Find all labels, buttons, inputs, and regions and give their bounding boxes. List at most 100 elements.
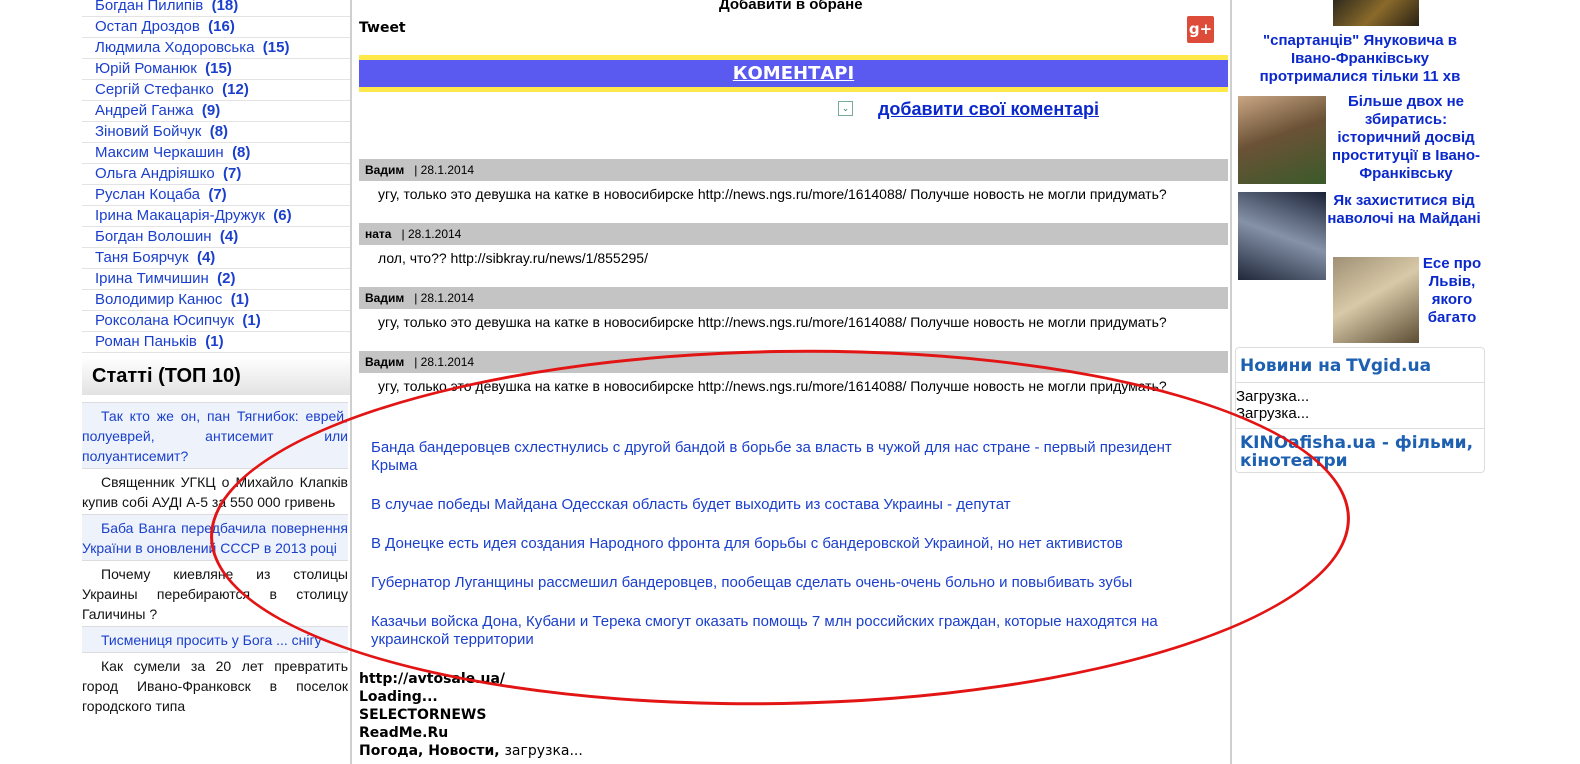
author-name: Таня Боярчук xyxy=(95,249,189,266)
author-name: Роксолана Юсипчук xyxy=(95,312,235,329)
comment: Вадим | 28.1.2014 угу, только это девушк… xyxy=(359,287,1228,335)
comment-date: | 28.1.2014 xyxy=(401,227,462,241)
news-widget-link[interactable]: Новости, xyxy=(428,743,499,759)
news-link[interactable]: Казачьи войска Дона, Кубани и Терека смо… xyxy=(371,613,1219,649)
author-count: (6) xyxy=(273,207,292,224)
comment-header: Вадим | 28.1.2014 xyxy=(359,159,1228,181)
article-link[interactable]: Почему киевляне из столицы Украины переб… xyxy=(82,560,348,626)
comment-author: Вадим xyxy=(365,291,405,305)
readme-link[interactable]: ReadMe.Ru xyxy=(359,724,583,742)
tvgid-prefix: Новини на xyxy=(1240,356,1342,376)
right-sidebar: "спартанців" Януковича в Івано-Франківсь… xyxy=(1235,0,1485,764)
loading-text: загрузка... xyxy=(504,743,583,759)
comments-header-bar: КОМЕНТАРІ xyxy=(359,55,1228,92)
comments-title[interactable]: КОМЕНТАРІ xyxy=(733,63,854,84)
column-divider xyxy=(1230,0,1232,764)
news-thumbnail[interactable] xyxy=(1238,192,1326,280)
news-link[interactable]: В случае победы Майдана Одесская область… xyxy=(371,496,1219,514)
author-name: Остап Дроздов xyxy=(95,18,200,35)
tvgid-site: TVgid.ua xyxy=(1346,356,1432,376)
comment-header: Вадим | 28.1.2014 xyxy=(359,351,1228,373)
google-plus-icon[interactable]: g+ xyxy=(1187,16,1214,43)
news-link[interactable]: "спартанців" Януковича в Івано-Франківсь… xyxy=(1245,32,1475,86)
article-link[interactable]: Так кто же он, пан Тягнибок: еврей, полу… xyxy=(82,402,348,468)
expand-arrow-icon[interactable]: ⌄ xyxy=(838,101,853,116)
news-link[interactable]: Банда бандеровцев схлестнулись с другой … xyxy=(371,439,1219,475)
author-count: (16) xyxy=(208,18,235,35)
author-link[interactable]: Максим Черкашин (8) xyxy=(82,143,350,164)
author-count: (4) xyxy=(196,249,216,266)
comment-text: угу, только это девушка на катке в новос… xyxy=(378,378,1167,394)
author-name: Руслан Коцаба xyxy=(95,186,200,203)
author-link[interactable]: Людмила Ходоровська (15) xyxy=(82,38,350,59)
news-link[interactable]: Есе про Львів, якого багато xyxy=(1421,255,1483,327)
tweet-button[interactable]: Tweet xyxy=(359,20,406,36)
add-to-favorites-link[interactable]: Добавити в обране xyxy=(719,0,863,13)
divider xyxy=(1236,382,1484,383)
author-link[interactable]: Сергій Стефанко (12) xyxy=(82,80,350,101)
author-count: (15) xyxy=(262,39,290,56)
related-news-list: Банда бандеровцев схлестнулись с другой … xyxy=(371,439,1219,670)
author-count: (8) xyxy=(232,144,251,161)
kinoafisha-link[interactable]: KINOafisha.ua - фільми, кінотеатри xyxy=(1240,434,1484,470)
comment-text: угу, только это девушка на катке в новос… xyxy=(378,314,1167,330)
author-name: Ольга Андріяшко xyxy=(95,165,215,182)
author-link[interactable]: Роман Паньків (1) xyxy=(82,332,350,353)
tvgid-header[interactable]: Новини на TVgid.ua xyxy=(1240,356,1431,376)
author-count: (9) xyxy=(201,102,221,119)
articles-header: Статті (ТОП 10) xyxy=(82,357,350,395)
comment-date: | 28.1.2014 xyxy=(414,163,475,177)
author-link[interactable]: Остап Дроздов (16) xyxy=(82,17,350,38)
news-thumbnail[interactable] xyxy=(1238,96,1326,184)
comment-header: ната | 28.1.2014 xyxy=(359,223,1228,245)
left-sidebar: Богдан Пилипів (18) Остап Дроздов (16) Люд… xyxy=(82,0,350,764)
loading-text: Загрузка... xyxy=(1236,405,1310,422)
selectornews-link[interactable]: SELECTORNEWS xyxy=(359,706,583,724)
author-link[interactable]: Зіновий Бойчук (8) xyxy=(82,122,350,143)
author-count: (1) xyxy=(230,291,250,308)
comment: ната | 28.1.2014 лол, что?? http://sibkr… xyxy=(359,223,1228,271)
author-name: Богдан Пилипів xyxy=(95,0,204,14)
news-thumbnail[interactable] xyxy=(1333,257,1419,343)
author-link[interactable]: Роксолана Юсипчук (1) xyxy=(82,311,350,332)
article-link[interactable]: Тисмениця просить у Бога ... снігу xyxy=(82,626,348,652)
weather-link[interactable]: Погода, xyxy=(359,743,423,759)
comment-author: Вадим xyxy=(365,355,405,369)
author-link[interactable]: Таня Боярчук (4) xyxy=(82,248,350,269)
author-count: (7) xyxy=(223,165,242,182)
main-content: Добавити в обране Tweet g+ КОМЕНТАРІ ⌄ д… xyxy=(359,0,1228,764)
news-thumbnail[interactable] xyxy=(1333,0,1419,26)
author-name: Роман Паньків xyxy=(95,333,197,350)
author-link[interactable]: Богдан Пилипів (18) xyxy=(82,0,350,17)
author-link[interactable]: Руслан Коцаба (7) xyxy=(82,185,350,206)
authors-list: Богдан Пилипів (18) Остап Дроздов (16) Люд… xyxy=(82,0,350,353)
author-name: Ірина Тимчишин xyxy=(95,270,209,287)
author-name: Володимир Канюс xyxy=(95,291,223,308)
author-count: (4) xyxy=(219,228,239,245)
comment: Вадим | 28.1.2014 угу, только это девушк… xyxy=(359,351,1228,399)
article-link[interactable]: Баба Ванга передбачила повернення Україн… xyxy=(82,514,348,560)
add-comment-link[interactable]: добавити свої коментарі xyxy=(878,99,1099,120)
author-name: Ірина Макацарія-Дружук xyxy=(95,207,265,224)
divider xyxy=(1236,428,1484,429)
comment-author: Вадим xyxy=(365,163,405,177)
author-link[interactable]: Ірина Тимчишин (2) xyxy=(82,269,350,290)
avtosale-link[interactable]: http://avtosale.ua/ xyxy=(359,670,583,688)
comment-text: лол, что?? http://sibkray.ru/news/1/8552… xyxy=(378,250,648,266)
news-link[interactable]: Більше двох не збиратись: історичний дос… xyxy=(1331,93,1481,183)
author-link[interactable]: Юрій Романюк (15) xyxy=(82,59,350,80)
author-link[interactable]: Ольга Андріяшко (7) xyxy=(82,164,350,185)
article-link[interactable]: Как сумели за 20 лет превратить город Ив… xyxy=(82,652,348,718)
author-link[interactable]: Андрей Ганжа (9) xyxy=(82,101,350,122)
news-link[interactable]: Як захиститися від наволочі на Майдані xyxy=(1327,192,1481,228)
news-link[interactable]: Губернатор Луганщины рассмешил бандеровц… xyxy=(371,574,1219,592)
author-link[interactable]: Богдан Волошин (4) xyxy=(82,227,350,248)
author-count: (1) xyxy=(242,312,261,329)
author-link[interactable]: Володимир Канюс (1) xyxy=(82,290,350,311)
comment: Вадим | 28.1.2014 угу, только это девушк… xyxy=(359,159,1228,207)
article-link[interactable]: Священник УГКЦ о Михайло Клапків купив с… xyxy=(82,468,348,514)
author-link[interactable]: Ірина Макацарія-Дружук (6) xyxy=(82,206,350,227)
comment-date: | 28.1.2014 xyxy=(414,291,475,305)
news-link[interactable]: В Донецке есть идея создания Народного ф… xyxy=(371,535,1219,553)
author-count: (2) xyxy=(217,270,236,287)
